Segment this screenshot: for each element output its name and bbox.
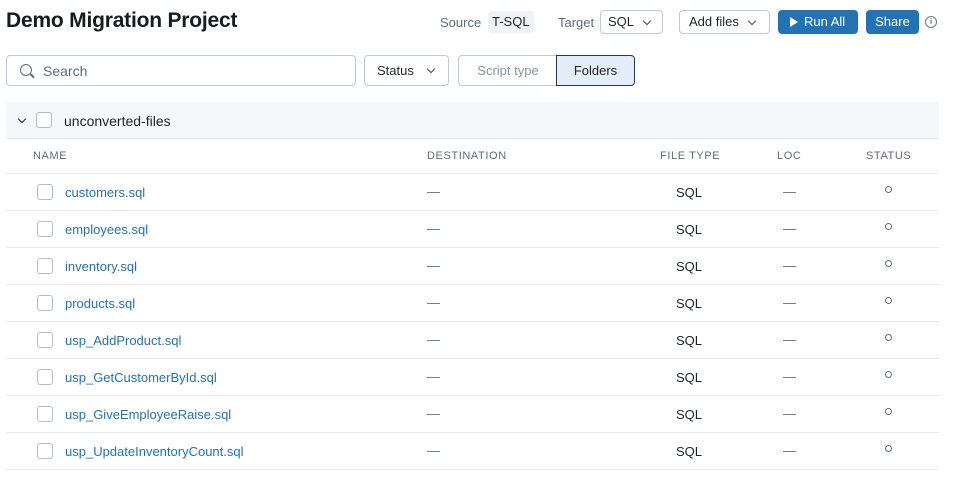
chevron-down-icon <box>747 16 757 26</box>
info-icon[interactable]: i <box>925 16 937 28</box>
search-box <box>6 55 356 86</box>
status-pending-icon <box>885 186 892 193</box>
column-header-loc[interactable]: LOC <box>777 150 801 162</box>
script-type-toggle[interactable]: Script type <box>458 55 557 86</box>
target-label: Target <box>558 15 595 30</box>
destination-cell: — <box>427 443 440 458</box>
file-table-body: customers.sql — SQL — employees.sql — SQ… <box>6 174 939 470</box>
run-all-button[interactable]: Run All <box>778 10 858 34</box>
table-row: customers.sql — SQL — <box>6 174 939 211</box>
add-files-button[interactable]: Add files <box>679 10 770 34</box>
table-row: inventory.sql — SQL — <box>6 248 939 285</box>
target-select[interactable]: SQL <box>600 10 663 34</box>
file-name-link[interactable]: usp_AddProduct.sql <box>65 333 181 348</box>
status-pending-icon <box>885 223 892 230</box>
table-row: usp_AddProduct.sql — SQL — <box>6 322 939 359</box>
table-row: employees.sql — SQL — <box>6 211 939 248</box>
file-type-cell: SQL <box>675 259 702 274</box>
file-type-cell: SQL <box>675 222 702 237</box>
status-pending-icon <box>885 445 892 452</box>
column-header-name[interactable]: NAME <box>33 150 67 162</box>
file-type-cell: SQL <box>675 444 702 459</box>
column-header-status[interactable]: STATUS <box>866 150 911 162</box>
file-type-cell: SQL <box>675 370 702 385</box>
file-type-cell: SQL <box>675 185 702 200</box>
file-name-link[interactable]: inventory.sql <box>65 259 137 274</box>
share-button[interactable]: Share <box>866 10 919 34</box>
table-row: usp_GetCustomerById.sql — SQL — <box>6 359 939 396</box>
loc-cell: — <box>783 443 796 458</box>
destination-cell: — <box>427 258 440 273</box>
file-name-link[interactable]: usp_GiveEmployeeRaise.sql <box>65 407 231 422</box>
loc-cell: — <box>783 295 796 310</box>
chevron-down-icon <box>642 16 652 26</box>
play-icon <box>790 17 798 27</box>
file-name-link[interactable]: usp_UpdateInventoryCount.sql <box>65 444 244 459</box>
row-checkbox[interactable] <box>37 184 53 200</box>
file-type-cell: SQL <box>675 407 702 422</box>
loc-cell: — <box>783 406 796 421</box>
folder-name: unconverted-files <box>64 113 171 129</box>
status-pending-icon <box>885 260 892 267</box>
destination-cell: — <box>427 295 440 310</box>
row-checkbox[interactable] <box>37 332 53 348</box>
table-row: usp_UpdateInventoryCount.sql — SQL — <box>6 433 939 470</box>
share-label: Share <box>875 14 910 29</box>
row-checkbox[interactable] <box>37 406 53 422</box>
loc-cell: — <box>783 369 796 384</box>
destination-cell: — <box>427 406 440 421</box>
file-name-link[interactable]: employees.sql <box>65 222 148 237</box>
page-header: Demo Migration Project Source T-SQL Targ… <box>0 0 954 44</box>
file-name-link[interactable]: customers.sql <box>65 185 145 200</box>
table-row: products.sql — SQL — <box>6 285 939 322</box>
row-checkbox[interactable] <box>37 369 53 385</box>
file-type-cell: SQL <box>675 296 702 311</box>
destination-cell: — <box>427 332 440 347</box>
file-type-cell: SQL <box>675 333 702 348</box>
status-filter-label: Status <box>377 63 414 78</box>
loc-cell: — <box>783 184 796 199</box>
folders-toggle[interactable]: Folders <box>556 55 635 86</box>
source-badge: T-SQL <box>488 11 534 33</box>
folder-checkbox[interactable] <box>36 112 52 128</box>
search-input[interactable] <box>43 62 343 80</box>
row-checkbox[interactable] <box>37 221 53 237</box>
folder-group-header[interactable]: unconverted-files <box>6 102 939 139</box>
status-pending-icon <box>885 334 892 341</box>
destination-cell: — <box>427 221 440 236</box>
chevron-down-icon[interactable] <box>17 114 27 124</box>
target-select-value: SQL <box>608 14 635 29</box>
loc-cell: — <box>783 221 796 236</box>
table-row: usp_GiveEmployeeRaise.sql — SQL — <box>6 396 939 433</box>
table-header: NAME DESTINATION FILE TYPE LOC STATUS <box>6 139 939 174</box>
destination-cell: — <box>427 369 440 384</box>
loc-cell: — <box>783 332 796 347</box>
row-checkbox[interactable] <box>37 295 53 311</box>
status-pending-icon <box>885 297 892 304</box>
row-checkbox[interactable] <box>37 258 53 274</box>
status-filter-dropdown[interactable]: Status <box>364 55 449 86</box>
chevron-down-icon <box>426 64 436 74</box>
loc-cell: — <box>783 258 796 273</box>
file-name-link[interactable]: products.sql <box>65 296 135 311</box>
column-header-file-type[interactable]: FILE TYPE <box>660 150 720 162</box>
file-name-link[interactable]: usp_GetCustomerById.sql <box>65 370 217 385</box>
status-pending-icon <box>885 408 892 415</box>
column-header-destination[interactable]: DESTINATION <box>427 150 507 162</box>
status-pending-icon <box>885 371 892 378</box>
destination-cell: — <box>427 184 440 199</box>
run-all-label: Run All <box>804 14 846 29</box>
add-files-label: Add files <box>689 14 739 29</box>
search-icon <box>20 64 32 76</box>
page-title: Demo Migration Project <box>6 9 238 32</box>
source-label: Source <box>440 15 482 30</box>
row-checkbox[interactable] <box>37 443 53 459</box>
